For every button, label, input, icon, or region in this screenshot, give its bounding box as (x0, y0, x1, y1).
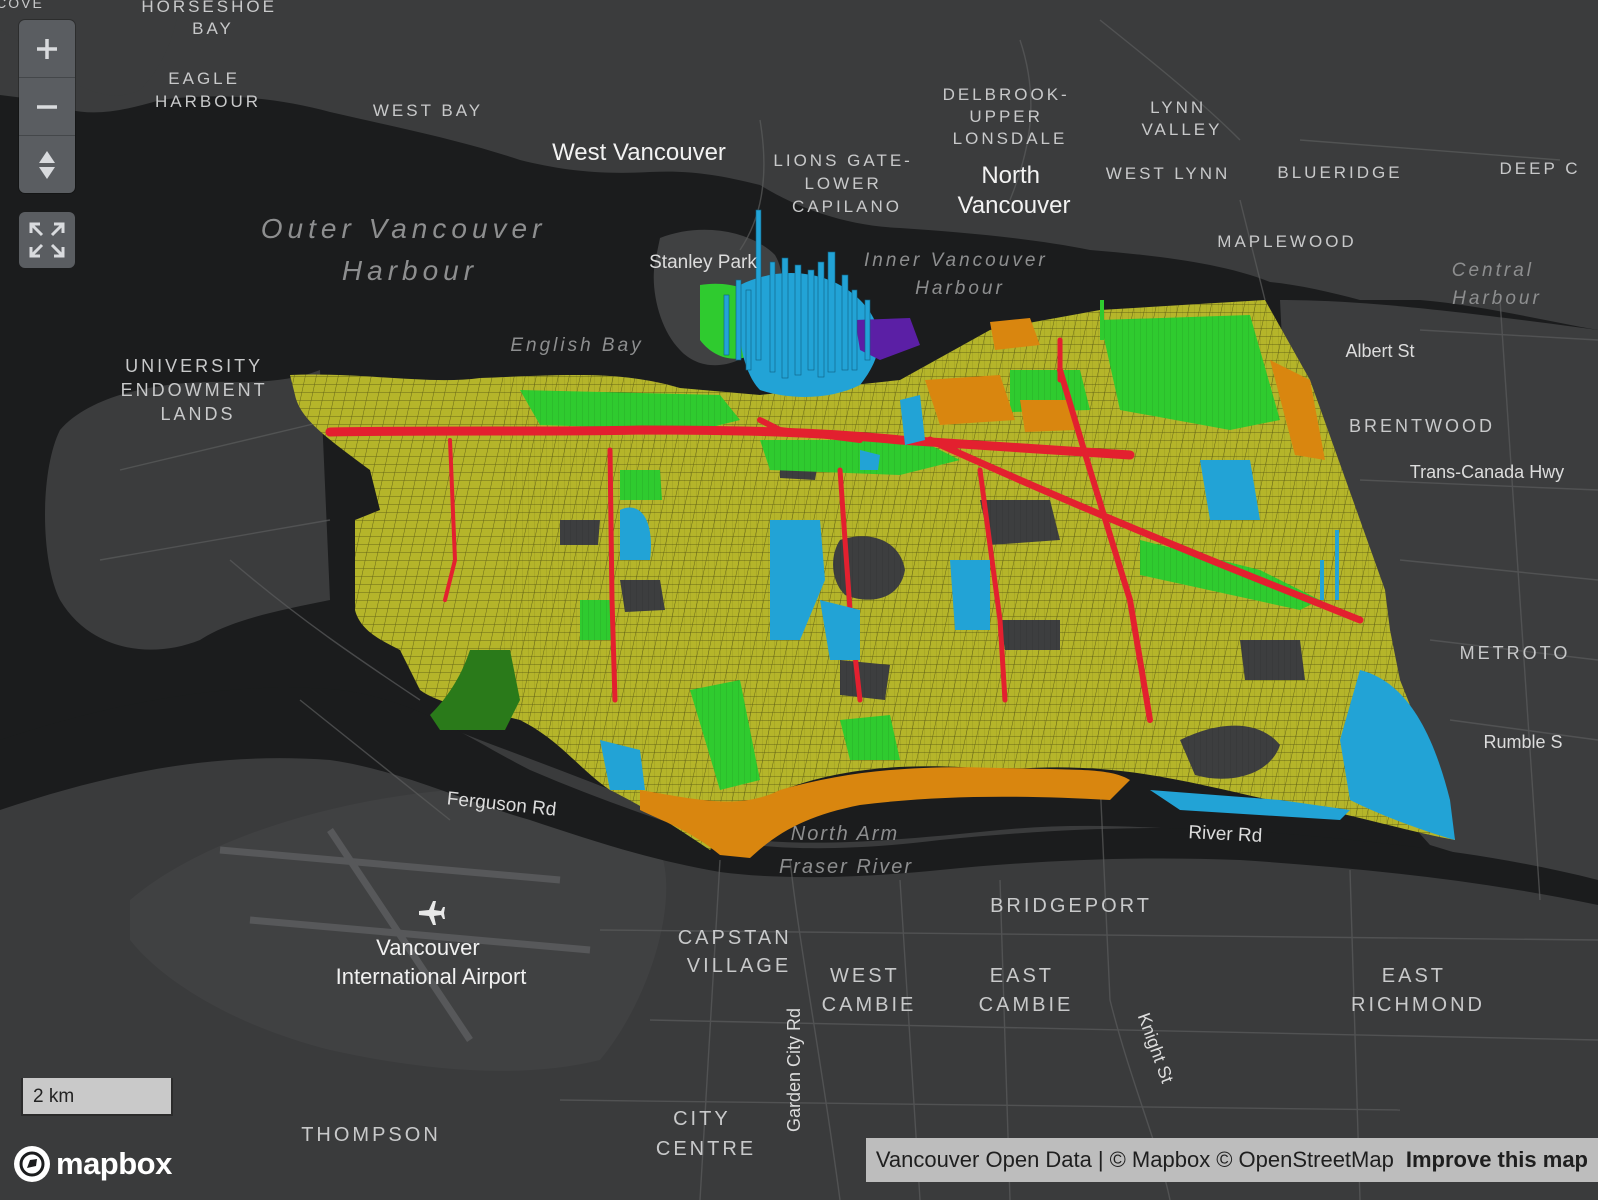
mapbox-logo[interactable]: mapbox (14, 1146, 172, 1182)
label-fraser-river: Fraser River (779, 856, 913, 878)
label-west-bay: WEST BAY (373, 101, 483, 120)
mapbox-logo-text: mapbox (56, 1146, 172, 1181)
label-bridgeport: BRIDGEPORT (990, 895, 1152, 917)
navigation-control (19, 20, 75, 193)
label-maplewood: MAPLEWOOD (1217, 232, 1356, 251)
label-garden-city-rd: Garden City Rd (784, 1008, 804, 1132)
zoom-out-button[interactable] (19, 77, 75, 135)
scale-bar: 2 km (21, 1078, 173, 1116)
label-metrotown: METROTO (1460, 643, 1571, 663)
label-trans-canada: Trans-Canada Hwy (1410, 462, 1564, 482)
attribution-osm[interactable]: © OpenStreetMap (1216, 1147, 1394, 1173)
attribution-bar: Vancouver Open Data | © Mapbox © OpenStr… (865, 1138, 1598, 1182)
label-blueridge: BLUERIDGE (1277, 163, 1402, 182)
label-cove: COVE (0, 0, 44, 11)
attribution-mapbox[interactable]: © Mapbox (1110, 1147, 1211, 1173)
label-brentwood: BRENTWOOD (1349, 416, 1495, 436)
label-stanley-park: Stanley Park (649, 252, 757, 273)
label-river-rd: River Rd (1188, 822, 1263, 847)
fullscreen-icon (29, 222, 65, 258)
label-rumble: Rumble S (1483, 732, 1562, 752)
label-west-vancouver: West Vancouver (552, 139, 726, 166)
minus-icon (37, 104, 57, 109)
label-west-lynn: WEST LYNN (1106, 164, 1231, 183)
zoom-in-button[interactable] (19, 20, 75, 77)
label-english-bay: English Bay (510, 335, 643, 356)
plus-icon (37, 38, 57, 59)
attribution-separator: | (1097, 1147, 1104, 1172)
label-deep-cove: DEEP C (1500, 159, 1581, 178)
compass-button[interactable] (19, 135, 75, 193)
label-thompson: THOMPSON (301, 1124, 441, 1146)
mapbox-logo-icon (14, 1146, 50, 1182)
compass-icon (39, 150, 55, 179)
label-north-arm: North Arm (791, 823, 899, 845)
improve-map-link[interactable]: Improve this map (1406, 1147, 1588, 1173)
attribution-source[interactable]: Vancouver Open Data (876, 1147, 1092, 1173)
fullscreen-button[interactable] (19, 212, 75, 268)
label-albert-st: Albert St (1345, 341, 1414, 361)
map-canvas[interactable]: COVE HORSESHOE BAY EAGLE HARBOUR WEST BA… (0, 0, 1598, 1200)
